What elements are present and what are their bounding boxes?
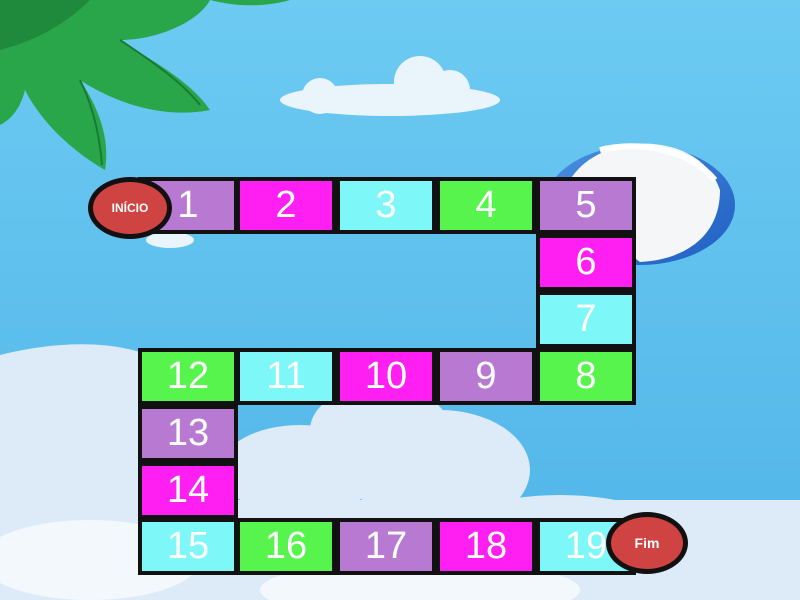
board-cell-17: 17 [336, 518, 436, 575]
start-marker: INÍCIO [88, 177, 172, 239]
game-board: 1 2 3 4 5 6 7 8 9 10 11 12 13 14 15 16 17 18 19 INÍCIO Fim [0, 0, 800, 600]
board-cell-13: 13 [138, 405, 238, 462]
board-cell-2: 2 [236, 177, 336, 234]
board-cell-12: 12 [138, 348, 238, 405]
board-cell-9: 9 [436, 348, 536, 405]
board-cell-8: 8 [536, 348, 636, 405]
board-cell-3: 3 [336, 177, 436, 234]
board-cell-7: 7 [536, 291, 636, 348]
board-cell-10: 10 [336, 348, 436, 405]
board-cell-5: 5 [536, 177, 636, 234]
board-cell-4: 4 [436, 177, 536, 234]
end-marker: Fim [606, 512, 688, 574]
board-cell-16: 16 [236, 518, 336, 575]
board-cell-15: 15 [138, 518, 238, 575]
board-cell-6: 6 [536, 234, 636, 291]
board-cell-11: 11 [236, 348, 336, 405]
board-cell-14: 14 [138, 462, 238, 519]
board-cell-18: 18 [436, 518, 536, 575]
